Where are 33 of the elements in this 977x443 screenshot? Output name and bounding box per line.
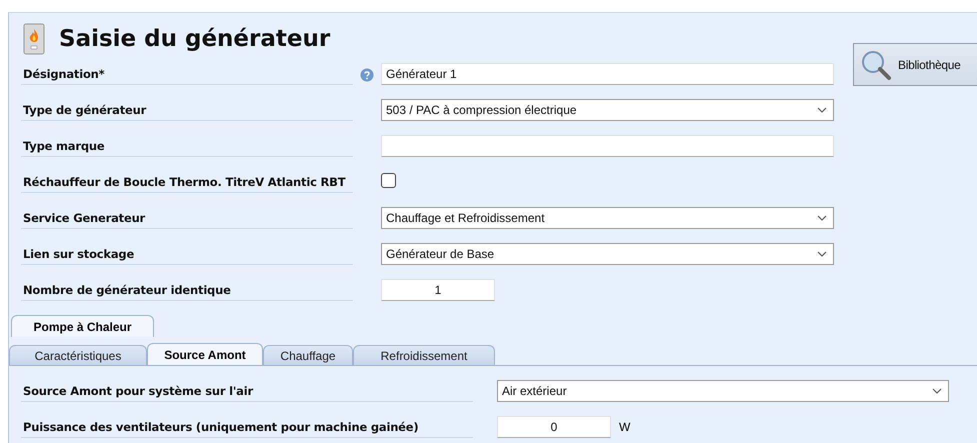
help-icon[interactable] [360,68,374,82]
text-field[interactable]: Générateur 1 [381,63,834,85]
number-field[interactable]: 0 [497,416,611,438]
dropdown[interactable]: Air extérieur [497,380,949,402]
field-label: Service Generateur [21,211,353,229]
number-field[interactable]: 1 [381,279,495,301]
library-button[interactable]: Bibliothèque [853,43,977,86]
text-field[interactable] [381,135,834,157]
page-title: Saisie du générateur [59,26,330,52]
chevron-down-icon [817,215,827,221]
dropdown[interactable]: Chauffage et Refroidissement [381,207,834,229]
chevron-down-icon [817,251,827,257]
field-label: Source Amont pour système sur l'air [21,384,473,402]
field-label: Type marque [21,139,353,157]
field-label: Réchauffeur de Boucle Thermo. TitreV Atlantic RBT [21,175,353,193]
tab[interactable]: Refroidissement [353,345,495,365]
dropdown[interactable]: Générateur de Base [381,243,834,265]
unit-label: W [619,420,630,434]
field-label: Désignation* [21,67,353,85]
chevron-down-icon [817,107,827,113]
checkbox[interactable] [381,173,396,188]
field-label: Puissance des ventilateurs (uniquement pour machine gainée) [21,420,473,438]
tab[interactable]: Pompe à Chaleur [11,315,154,337]
dropdown[interactable]: 503 / PAC à compression électrique [381,99,834,121]
field-label: Lien sur stockage [21,247,353,265]
tab[interactable]: Chauffage [263,345,353,365]
search-icon [860,48,892,80]
boiler-icon [23,23,45,55]
field-label: Type de générateur [21,103,353,121]
field-label: Nombre de générateur identique [21,283,353,301]
tab[interactable]: Source Amont [147,343,263,365]
chevron-down-icon [932,388,942,394]
tab[interactable]: Caractéristiques [9,345,147,365]
